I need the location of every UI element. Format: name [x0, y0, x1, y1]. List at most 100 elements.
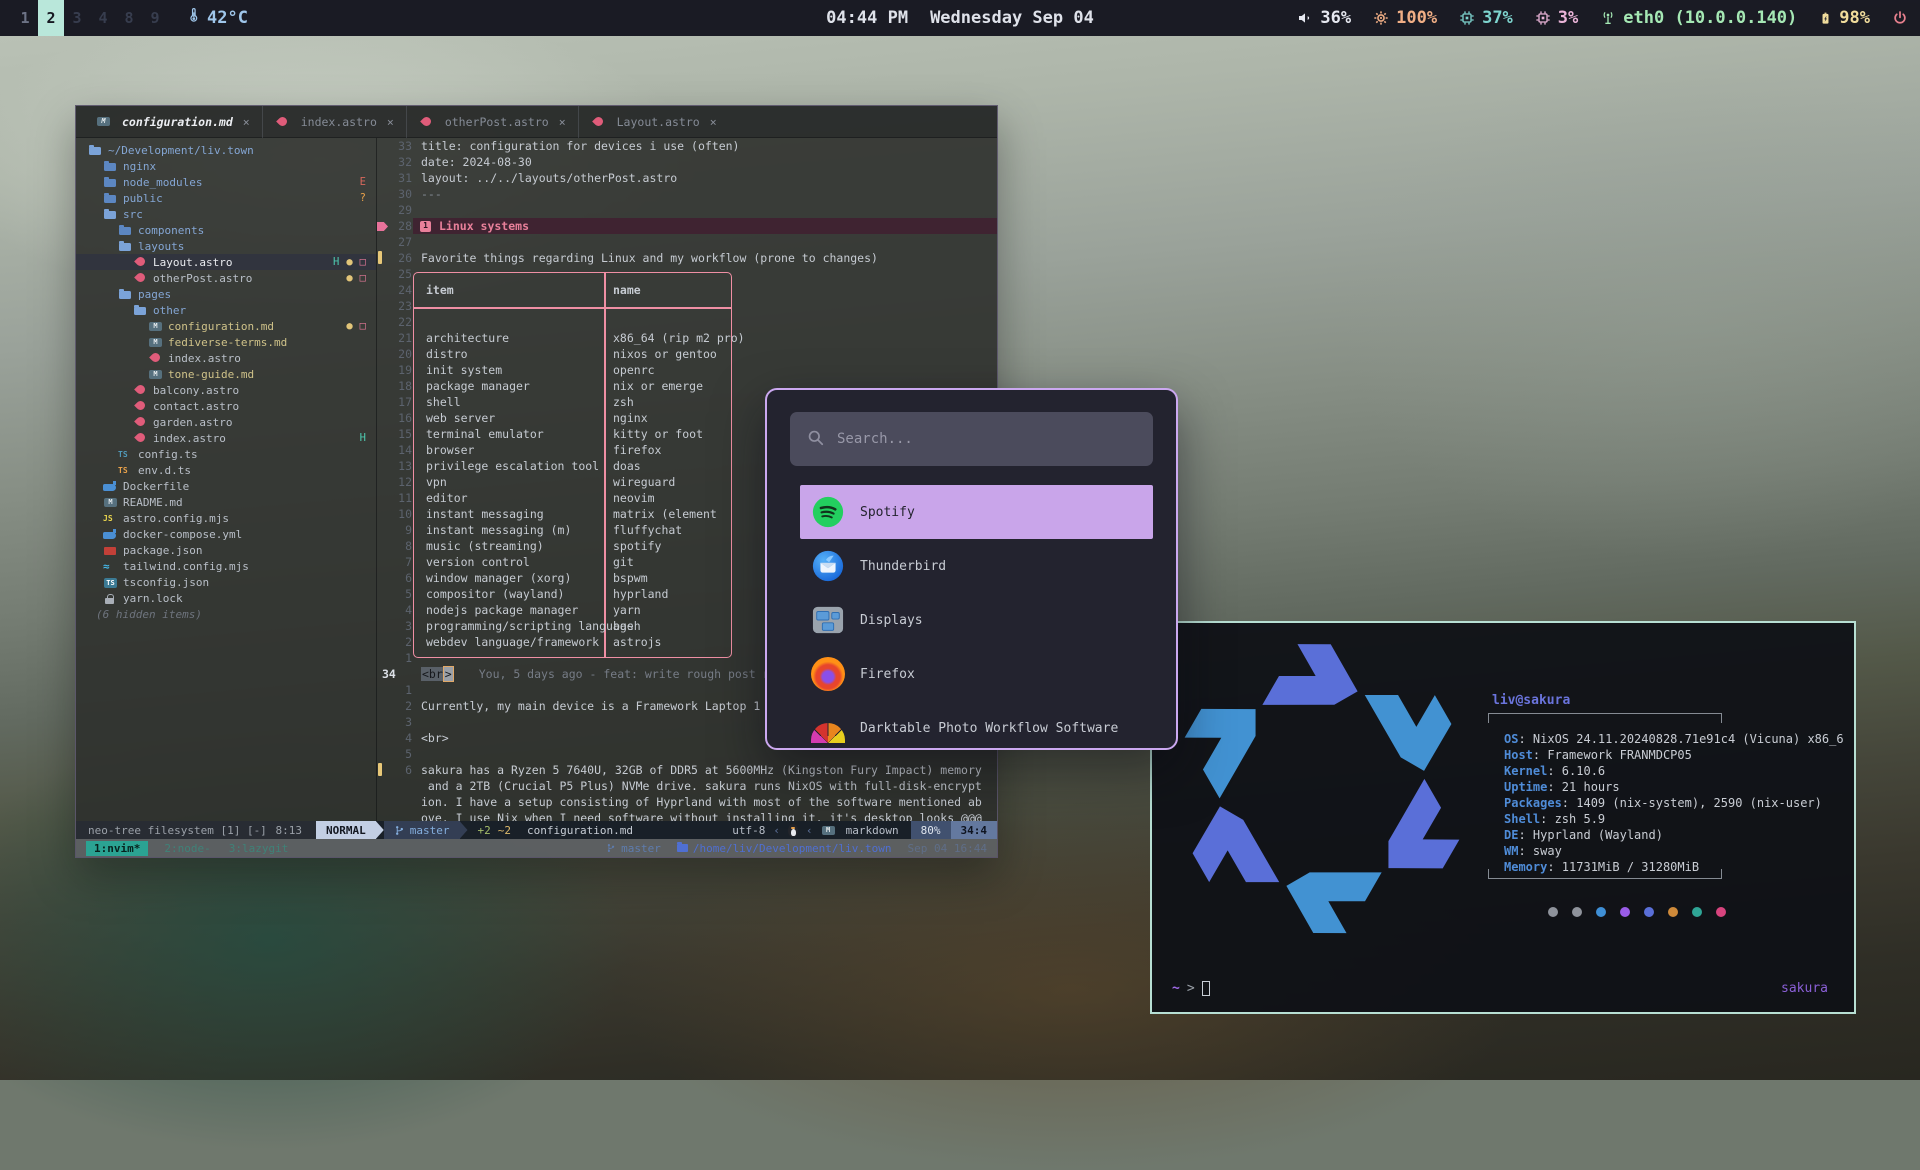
tree-item-README.md[interactable]: README.md: [76, 494, 376, 510]
wallpaper-haze: [1340, 60, 1920, 560]
tab-otherPost.astro[interactable]: otherPost.astro×: [406, 106, 578, 138]
tree-item-label: src: [123, 208, 143, 221]
tree-item-yarn.lock[interactable]: yarn.lock: [76, 590, 376, 606]
tree-item-balcony.astro[interactable]: balcony.astro: [76, 382, 376, 398]
tree-item-env.d.ts[interactable]: env.d.ts: [76, 462, 376, 478]
tree-item-otherPost.astro[interactable]: otherPost.astro●□: [76, 270, 376, 286]
tree-item-label: components: [138, 224, 204, 237]
file-icon: [118, 448, 134, 460]
tree-item-label: (6 hidden items): [96, 608, 202, 621]
md-icon: [96, 116, 112, 128]
table-cell-name: x86_64 (rip m2 pro): [613, 330, 745, 346]
gpu-stat-value: 3%: [1558, 8, 1578, 28]
main-statusline: NORMAL master +2 ~2 configuration.md utf…: [316, 821, 997, 839]
shell-prompt[interactable]: ~ >: [1172, 981, 1210, 996]
file-icon: [103, 480, 119, 492]
tree-item-(6 hidden items)[interactable]: (6 hidden items): [76, 606, 376, 622]
volume-stat: 36%: [1297, 8, 1351, 28]
tree-item-index.astro[interactable]: index.astroH: [76, 430, 376, 446]
tree-item-tsconfig.json[interactable]: tsconfig.json: [76, 574, 376, 590]
file-icon: [103, 576, 119, 588]
tree-item-label: configuration.md: [168, 320, 274, 333]
tree-item-docker-compose.yml[interactable]: docker-compose.yml: [76, 526, 376, 542]
tree-item-label: index.astro: [168, 352, 241, 365]
tree-item-layouts[interactable]: layouts: [76, 238, 376, 254]
fetch-info-row: Memory: 11731MiB / 31280MiB: [1504, 859, 1699, 875]
tree-item-configuration.md[interactable]: configuration.md●□: [76, 318, 376, 334]
tree-item-badges: E: [360, 176, 366, 188]
tree-item-~/Development/liv.town[interactable]: ~/Development/liv.town: [76, 142, 376, 158]
tree-item-label: Layout.astro: [153, 256, 232, 269]
workspace-8[interactable]: 8: [116, 0, 142, 36]
tree-item-node_modules[interactable]: node_modulesE: [76, 174, 376, 190]
close-icon[interactable]: ×: [387, 115, 394, 129]
tree-item-fediverse-terms.md[interactable]: fediverse-terms.md: [76, 334, 376, 350]
tmux-windows: 1:nvim* 2:node- 3:lazygit: [86, 841, 290, 856]
tree-item-Layout.astro[interactable]: Layout.astroH●□: [76, 254, 376, 270]
tree-item-components[interactable]: components: [76, 222, 376, 238]
app-launcher: Search... SpotifyThunderbirdDisplaysFire…: [765, 388, 1178, 750]
tmux-window-2:node-[interactable]: 2:node-: [162, 842, 212, 855]
line-number: 18: [376, 378, 412, 394]
file-icon: [103, 592, 119, 604]
badge-H: H: [333, 256, 339, 268]
tree-item-garden.astro[interactable]: garden.astro: [76, 414, 376, 430]
close-icon[interactable]: ×: [559, 115, 566, 129]
badge-dot: ●: [346, 272, 352, 284]
file-icon: [133, 432, 149, 444]
close-icon[interactable]: ×: [243, 115, 250, 129]
tree-item-public[interactable]: public?: [76, 190, 376, 206]
launcher-item-Thunderbird[interactable]: Thunderbird: [800, 539, 1153, 593]
tab-configuration.md[interactable]: configuration.md×: [84, 106, 262, 138]
buffer-line: 24itemname: [376, 282, 997, 298]
tree-item-index.astro[interactable]: index.astro: [76, 350, 376, 366]
tab-Layout.astro[interactable]: Layout.astro×: [578, 106, 729, 138]
file-icon: [133, 272, 149, 284]
badge-q: ?: [360, 192, 366, 204]
launcher-item-Spotify[interactable]: Spotify: [800, 485, 1153, 539]
line-number: 8: [376, 538, 412, 554]
tmux-window-1:nvim*[interactable]: 1:nvim*: [86, 841, 148, 856]
tree-item-package.json[interactable]: package.json: [76, 542, 376, 558]
table-cell-name: bspwm: [613, 570, 648, 586]
tree-item-tailwind.config.mjs[interactable]: tailwind.config.mjs: [76, 558, 376, 574]
search-input[interactable]: Search...: [790, 412, 1153, 466]
launcher-item-Firefox[interactable]: Firefox: [800, 647, 1153, 701]
line-number: 6: [376, 570, 412, 586]
fetch-info-row: WM: sway: [1504, 843, 1562, 859]
folder-icon: [88, 144, 104, 156]
tree-item-Dockerfile[interactable]: Dockerfile: [76, 478, 376, 494]
launcher-item-Darktable Photo Workflow Software[interactable]: Darktable Photo Workflow Software: [800, 701, 1153, 750]
tree-item-nginx[interactable]: nginx: [76, 158, 376, 174]
tree-item-pages[interactable]: pages: [76, 286, 376, 302]
close-icon[interactable]: ×: [710, 115, 717, 129]
tree-item-other[interactable]: other: [76, 302, 376, 318]
folder-icon: [103, 208, 119, 220]
tree-item-contact.astro[interactable]: contact.astro: [76, 398, 376, 414]
gutter-change-bar: [378, 251, 382, 264]
line-number: 32: [376, 154, 412, 170]
file-icon: [103, 560, 119, 572]
tree-item-tone-guide.md[interactable]: tone-guide.md: [76, 366, 376, 382]
power-button[interactable]: [1892, 10, 1908, 26]
brightness-stat: 100%: [1373, 8, 1437, 28]
workspace-2[interactable]: 2: [38, 0, 64, 36]
workspace-1[interactable]: 1: [12, 0, 38, 36]
tree-item-astro.config.mjs[interactable]: astro.config.mjs: [76, 510, 376, 526]
workspace-9[interactable]: 9: [142, 0, 168, 36]
launcher-item-Displays[interactable]: Displays: [800, 593, 1153, 647]
palette-dot: [1644, 907, 1654, 917]
tree-item-config.ts[interactable]: config.ts: [76, 446, 376, 462]
cursor-position: 34:4: [951, 821, 998, 839]
table-cell-item: instant messaging (m): [426, 522, 571, 538]
file-icon: [148, 368, 164, 380]
tab-index.astro[interactable]: index.astro×: [262, 106, 406, 138]
workspace-4[interactable]: 4: [90, 0, 116, 36]
tree-item-src[interactable]: src: [76, 206, 376, 222]
line-number: 29: [376, 202, 412, 218]
workspace-3[interactable]: 3: [64, 0, 90, 36]
neotree-status-right: 8:13: [276, 824, 303, 837]
tree-item-label: env.d.ts: [138, 464, 191, 477]
tmux-window-3:lazygit[interactable]: 3:lazygit: [227, 842, 291, 855]
line-number: 3: [376, 618, 412, 634]
